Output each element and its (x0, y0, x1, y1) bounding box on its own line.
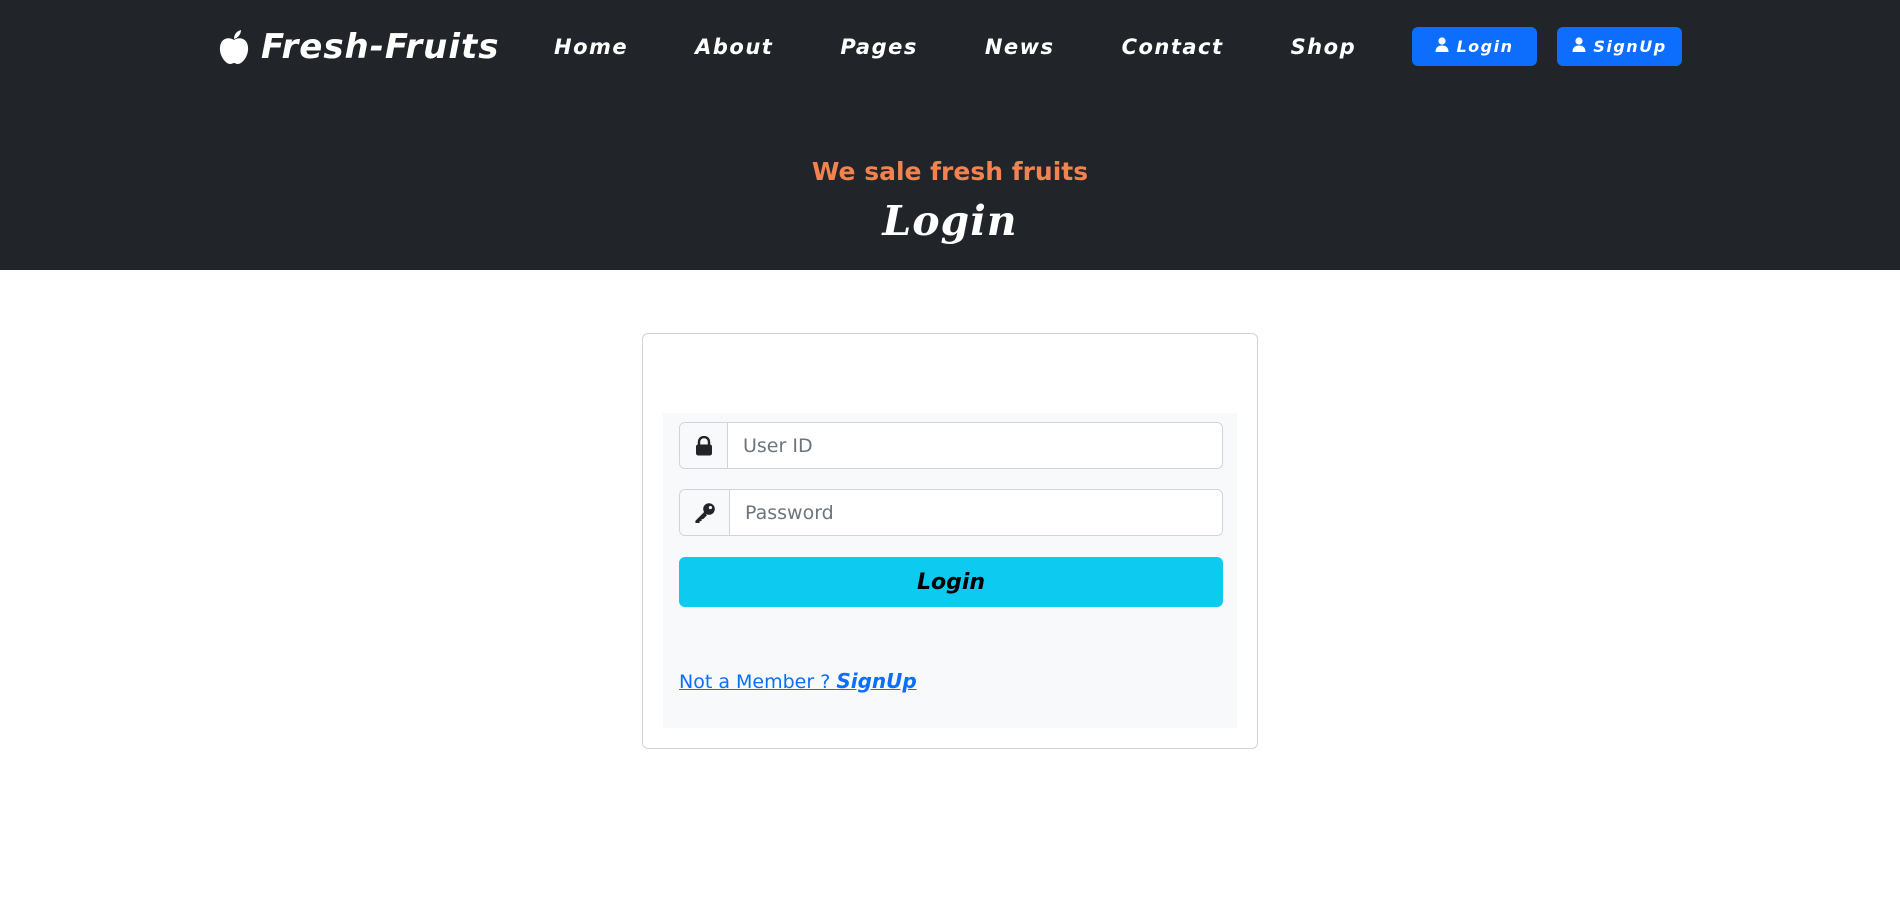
user-id-input[interactable] (728, 423, 1222, 468)
signup-link-label: SignUp (836, 669, 917, 693)
login-card: Login Not a Member ? SignUp (642, 333, 1258, 749)
signup-link[interactable]: Not a Member ? SignUp (679, 669, 917, 693)
user-id-group (679, 422, 1223, 469)
login-submit-button[interactable]: Login (679, 557, 1223, 607)
login-form: Login Not a Member ? SignUp (663, 413, 1237, 728)
nav-link-news[interactable]: News (985, 35, 1055, 59)
user-icon (1435, 37, 1449, 56)
nav-link-home[interactable]: Home (554, 35, 628, 59)
nav-link-contact[interactable]: Contact (1122, 35, 1224, 59)
page-title: Login (882, 197, 1018, 245)
nav-signup-button[interactable]: SignUp (1557, 27, 1682, 66)
nav-signup-label: SignUp (1593, 37, 1667, 56)
lock-icon (680, 423, 728, 468)
nav-login-button[interactable]: Login (1412, 27, 1537, 66)
brand-name: Fresh-Fruits (261, 27, 500, 67)
nav-menu: Home About Pages News Contact Shop (554, 30, 1356, 64)
nav-link-pages[interactable]: Pages (840, 35, 918, 59)
password-group (679, 489, 1223, 536)
apple-icon (217, 29, 251, 65)
nav-link-about[interactable]: About (695, 35, 773, 59)
user-icon (1572, 37, 1586, 56)
nav-link-shop[interactable]: Shop (1291, 35, 1357, 59)
hero-tagline: We sale fresh fruits (811, 157, 1089, 186)
navbar: Fresh-Fruits Home About Pages News Conta… (0, 0, 1900, 93)
page-header: Fresh-Fruits Home About Pages News Conta… (0, 0, 1900, 270)
key-icon (680, 490, 730, 535)
brand-logo[interactable]: Fresh-Fruits (217, 22, 499, 72)
nav-login-label: Login (1456, 37, 1514, 56)
password-input[interactable] (730, 490, 1222, 535)
member-prompt: Not a Member ? (679, 671, 837, 693)
